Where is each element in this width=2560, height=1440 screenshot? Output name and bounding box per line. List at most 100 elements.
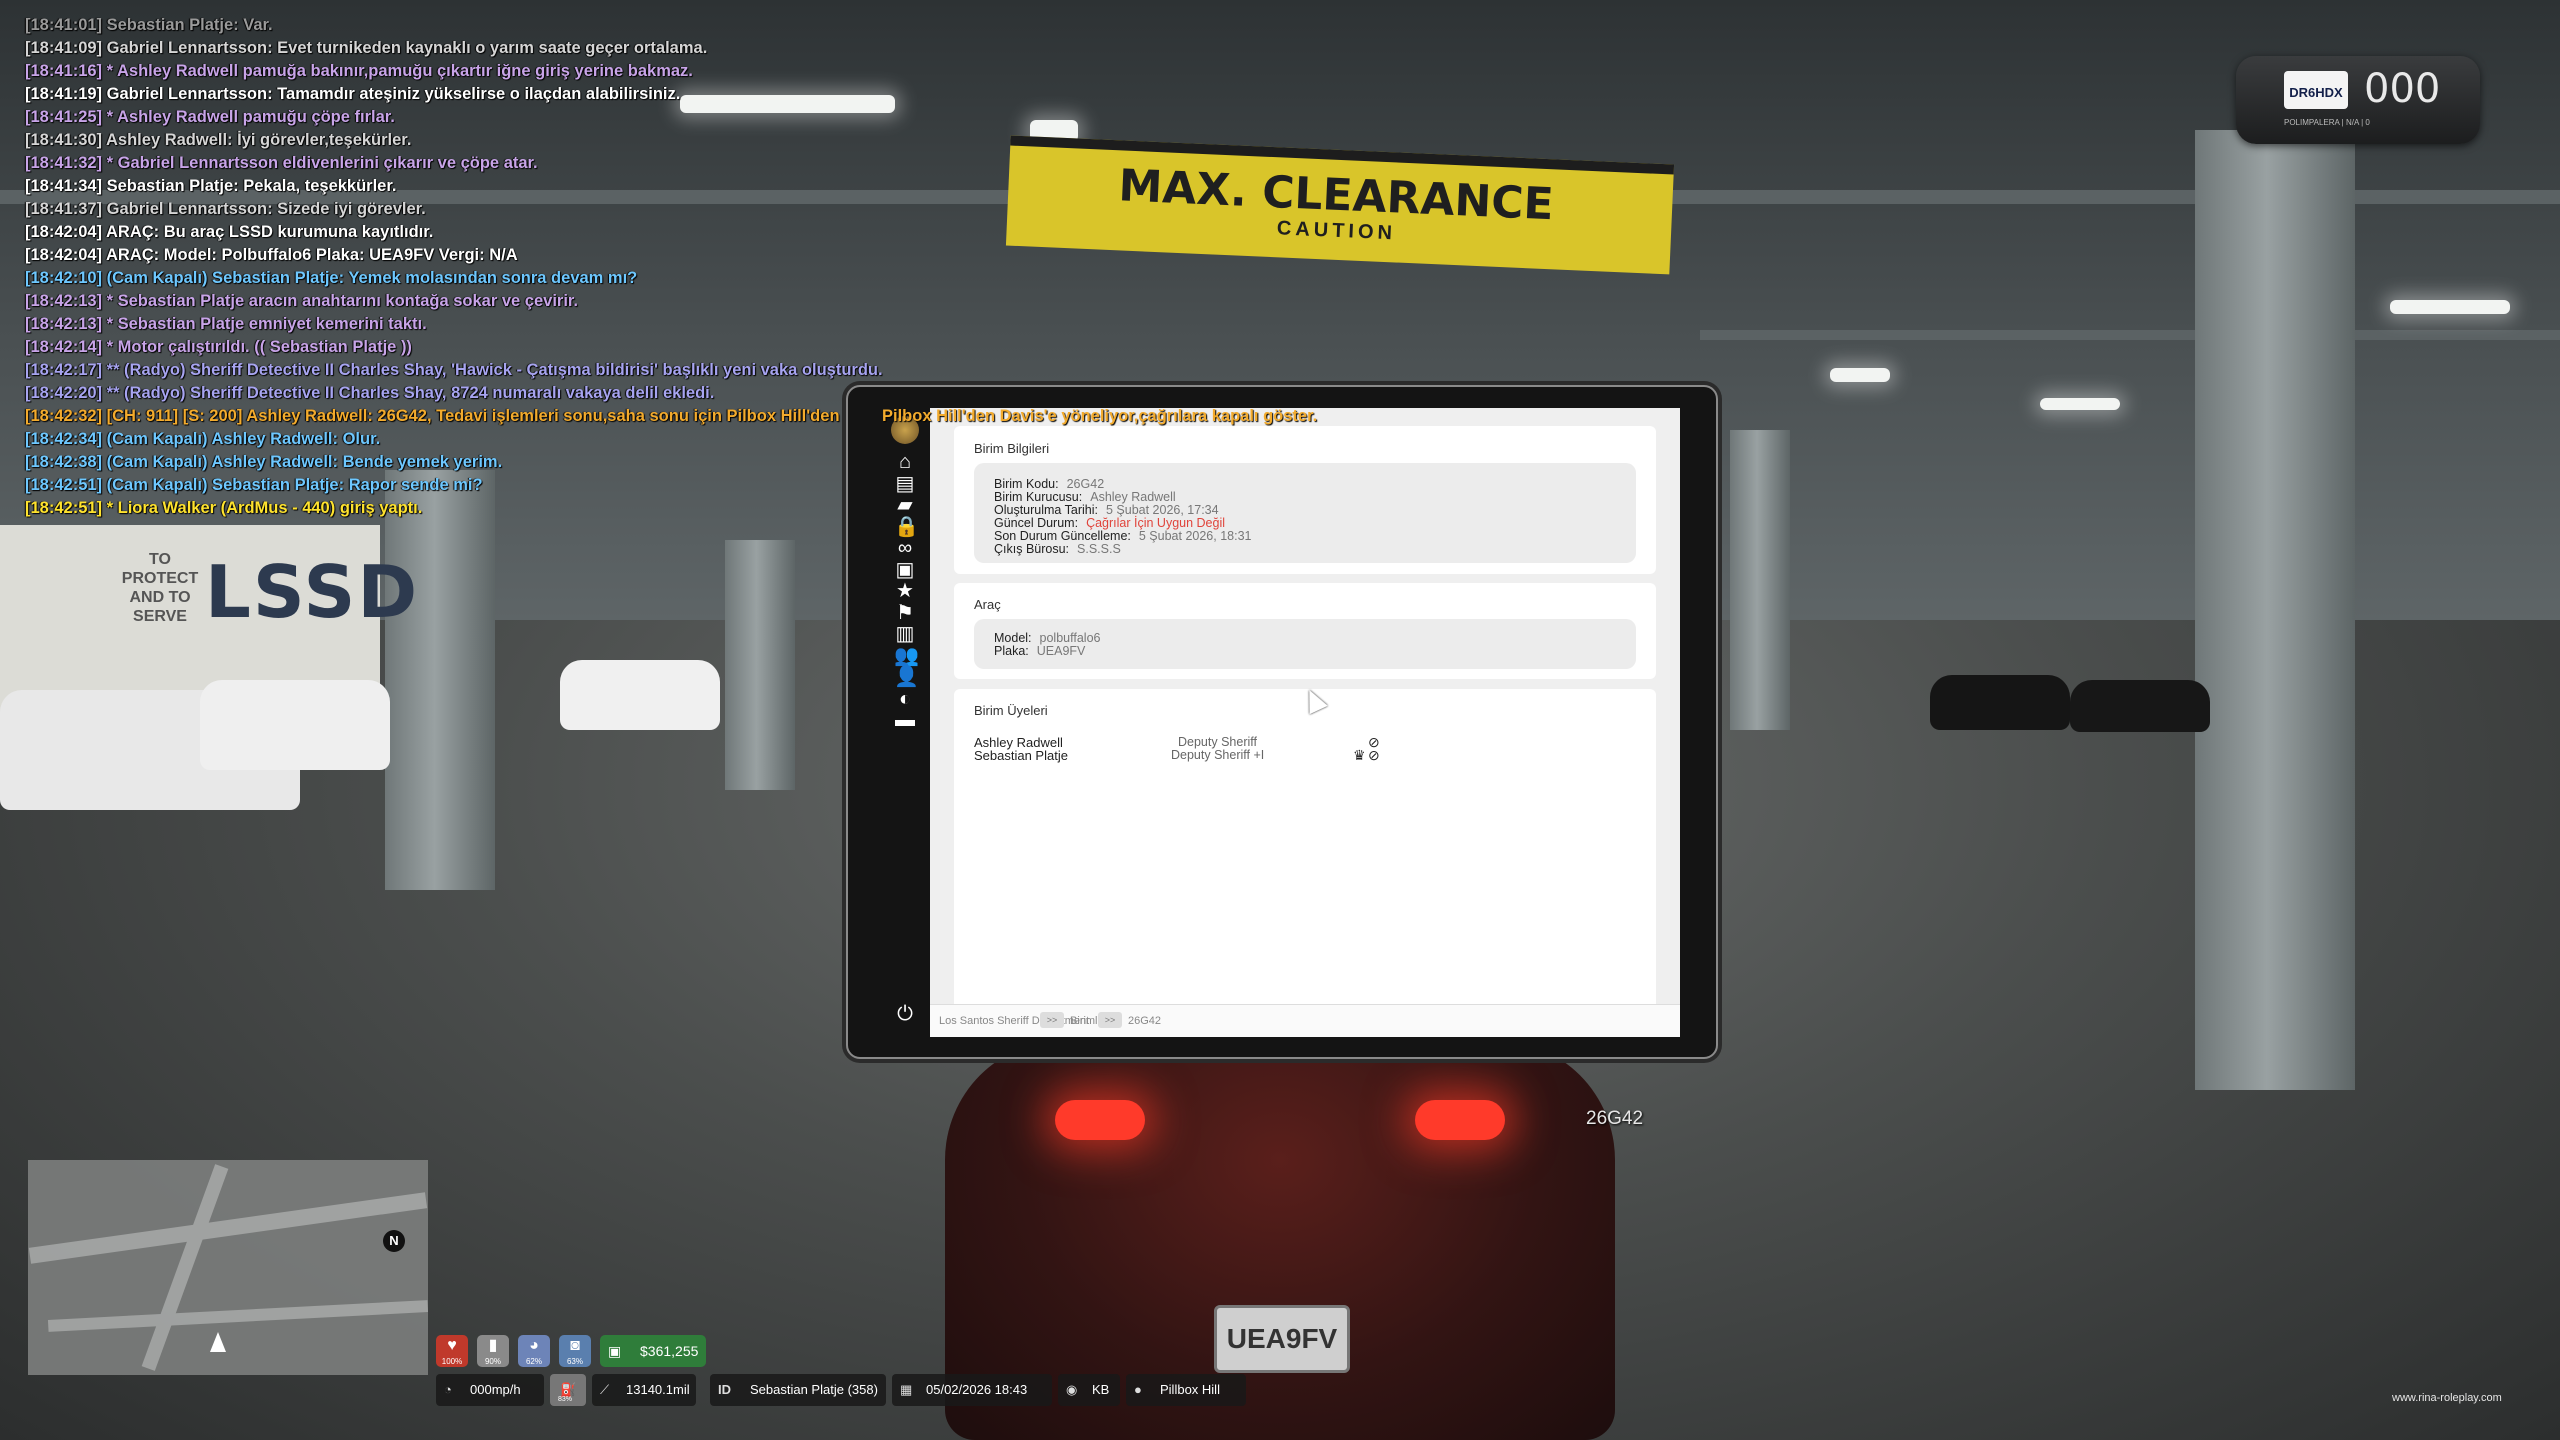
dashboard-icon[interactable]: ◐: [894, 688, 916, 710]
chat-line: [18:42:17] ** (Radyo) Sheriff Detective …: [25, 361, 883, 379]
armor-icon: ▮: [488, 1337, 498, 1354]
odometer-value: 000: [2364, 66, 2441, 112]
map-road: [47, 1300, 428, 1332]
person-icon[interactable]: 👤: [894, 666, 919, 688]
datetime-value: 05/02/2026 18:43: [926, 1382, 1028, 1397]
notes-icon[interactable]: ▤: [894, 473, 916, 495]
id-icon: ID: [718, 1382, 731, 1397]
chat-line: [18:42:13] * Sebastian Platje emniyet ke…: [25, 315, 427, 333]
ceiling-beam: [1700, 330, 2560, 340]
thirst-stat: ◙ 63%: [559, 1335, 591, 1367]
mileage-display: ⟋ 13140.1mil: [592, 1374, 696, 1406]
unit-info-row: Güncel Durum: Çağrılar İçin Uygun Değil: [994, 516, 1225, 530]
health-stat: ♥ 100%: [436, 1335, 468, 1367]
ceiling-light: [2390, 300, 2510, 314]
member-rank: Deputy Sheriff: [1178, 735, 1257, 749]
chat-line: [18:41:32] * Gabriel Lennartsson eldiven…: [25, 154, 538, 172]
ceiling-light: [2040, 398, 2120, 410]
member-name: Sebastian Platje: [974, 748, 1068, 763]
concrete-pillar: [385, 470, 495, 890]
unit-info-row: Birim Kurucusu: Ashley Radwell: [994, 490, 1176, 504]
chat-line: [18:42:04] ARAÇ: Bu araç LSSD kurumuna k…: [25, 223, 434, 241]
folder-icon[interactable]: ▰: [894, 494, 916, 516]
chat-line: [18:42:10] (Cam Kapalı) Sebastian Platje…: [25, 269, 638, 287]
chat-line: [18:41:37] Gabriel Lennartsson: Sizede i…: [25, 200, 426, 218]
parked-dark-car: [1930, 675, 2070, 730]
chat-line: [18:42:13] * Sebastian Platje aracın ana…: [25, 292, 579, 310]
minimap[interactable]: [28, 1160, 428, 1375]
heart-icon: ♥: [447, 1337, 457, 1354]
unit-info-label: Çıkış Bürosu:: [994, 542, 1070, 556]
case-icon[interactable]: ▥: [894, 623, 916, 645]
money-value: $361,255: [640, 1343, 699, 1359]
wall-motto: TO PROTECT AND TO SERVE: [121, 551, 199, 625]
power-icon[interactable]: ⏻: [894, 1003, 916, 1025]
vehicle-title: Araç: [974, 597, 1001, 612]
fuel-value: 83%: [558, 1396, 573, 1403]
health-value: 100%: [441, 1357, 463, 1366]
mdt-screen: ⏻ ⌂ ▤ ▰ 🔒 ∞ ▣ ★ ⚑ ▥ 👥 👤 ◐ ▬ Birim Bilgileri Birim Ko…: [880, 408, 1680, 1037]
chat-line: [18:41:25] * Ashley Radwell pamuğu çöpe …: [25, 108, 395, 126]
binoculars-icon[interactable]: ∞: [894, 537, 916, 559]
map-road: [28, 1192, 428, 1264]
breadcrumb-current: 26G42: [1128, 1015, 1162, 1027]
mdt-sidebar: ⏻ ⌂ ▤ ▰ 🔒 ∞ ▣ ★ ⚑ ▥ 👥 👤 ◐ ▬: [880, 408, 930, 1036]
parked-patrol-car: [560, 660, 720, 730]
crown-icon[interactable]: ♛: [1353, 747, 1366, 764]
archive-icon[interactable]: ▬: [894, 709, 916, 731]
voice-icon: ◉: [1066, 1382, 1078, 1397]
breadcrumb-separator: >>: [1098, 1012, 1122, 1028]
vehicle-label: Model:: [994, 631, 1032, 645]
concrete-pillar: [725, 540, 795, 790]
thirst-value: 63%: [566, 1357, 583, 1366]
group-icon[interactable]: 👥: [894, 645, 919, 667]
vehicle-value: polbuffalo6: [1039, 631, 1101, 645]
wallet-icon: ▣: [608, 1343, 622, 1359]
speed-display: ◔ 000mp/h: [436, 1374, 544, 1406]
unit-info-label: Güncel Durum:: [994, 516, 1079, 530]
north-icon: N: [383, 1230, 405, 1252]
player-id-display: ID Sebastian Platje (358): [710, 1374, 886, 1406]
voice-value: KB: [1092, 1382, 1110, 1397]
status-value: Çağrılar İçin Uygun Değil: [1086, 516, 1226, 530]
tail-light: [1415, 1100, 1505, 1140]
location-display: ● Pillbox Hill: [1126, 1374, 1246, 1406]
chat-line: [18:41:19] Gabriel Lennartsson: Tamamdır…: [25, 85, 681, 103]
member-rank: Deputy Sheriff +I: [1171, 748, 1265, 762]
concrete-pillar: [2195, 130, 2355, 1090]
briefcase-icon[interactable]: ▣: [894, 559, 916, 581]
unit-info-title: Birim Bilgileri: [974, 441, 1050, 456]
unit-info-row: Birim Kodu: 26G42: [994, 477, 1104, 491]
location-value: Pillbox Hill: [1160, 1382, 1220, 1397]
location-pin-icon: ●: [1134, 1382, 1142, 1397]
armor-value: 90%: [484, 1357, 501, 1366]
remove-member-icon[interactable]: ⊘: [1368, 747, 1380, 764]
breadcrumb: Los Santos Sheriff Department >> Birimle…: [930, 1004, 1680, 1037]
star-icon[interactable]: ★: [894, 580, 916, 602]
vehicle-row: Plaka: UEA9FV: [994, 644, 1085, 658]
mdt-tablet: ⏻ ⌂ ▤ ▰ 🔒 ∞ ▣ ★ ⚑ ▥ 👥 👤 ◐ ▬ Birim Bilgileri Birim Ko…: [846, 385, 1718, 1059]
chat-line: [18:41:16] * Ashley Radwell pamuğa bakın…: [25, 62, 693, 80]
odometer-plate-text: DR6HDX: [2289, 85, 2343, 100]
unit-info-row: Son Durum Güncelleme: 5 Şubat 2026, 18:31: [994, 529, 1251, 543]
breadcrumb-root[interactable]: Los Santos Sheriff Department: [939, 1015, 1089, 1027]
vehicle-label: Plaka:: [994, 644, 1029, 658]
unit-info-value: 5 Şubat 2026, 17:34: [1105, 503, 1219, 517]
unit-info-value: Ashley Radwell: [1090, 490, 1176, 504]
unit-info-row: Oluşturulma Tarihi: 5 Şubat 2026, 17:34: [994, 503, 1219, 517]
parked-patrol-car: [200, 680, 390, 770]
player-name: Sebastian Platje (358): [750, 1382, 878, 1397]
speed-value: 000mp/h: [470, 1382, 521, 1397]
flag-icon[interactable]: ⚑: [894, 602, 916, 624]
unit-info-card: Birim Bilgileri Birim Kodu: 26G42 Birim Ku…: [954, 426, 1656, 574]
ceiling-light: [1830, 368, 1890, 382]
mileage-value: 13140.1mil: [626, 1382, 690, 1397]
unit-info-label: Birim Kurucusu:: [994, 490, 1083, 504]
clearance-caution: CAUTION: [1276, 217, 1397, 245]
lock-icon[interactable]: 🔒: [894, 516, 919, 538]
home-icon[interactable]: ⌂: [894, 451, 916, 473]
vehicle-card: Araç Model: polbuffalo6 Plaka: UEA9FV: [954, 583, 1656, 679]
vehicle-odometer: DR6HDX 000 POLIMPALERA | N/A | 0: [2236, 56, 2480, 144]
unit-info-value: 5 Şubat 2026, 18:31: [1138, 529, 1252, 543]
vehicle-plate: UEA9FV: [1214, 1305, 1350, 1373]
